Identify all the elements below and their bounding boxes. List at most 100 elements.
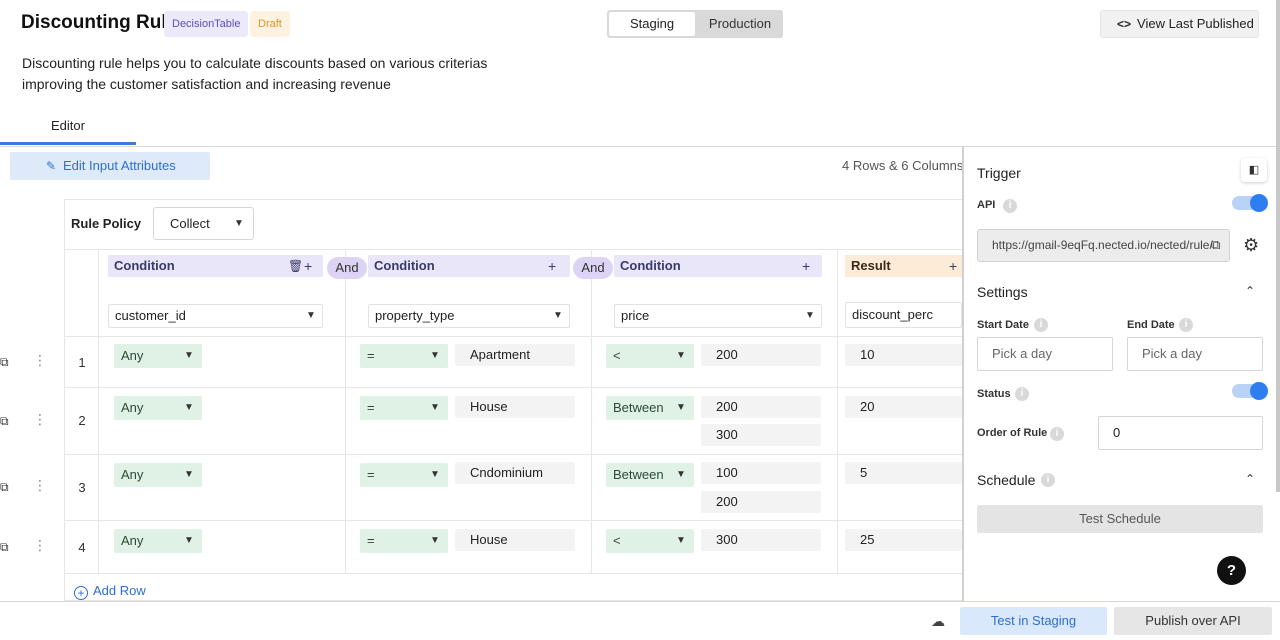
value-input[interactable]: 300 bbox=[701, 529, 821, 551]
value-input[interactable]: House bbox=[455, 396, 575, 418]
env-staging-option[interactable]: Staging bbox=[609, 12, 695, 36]
row-divider bbox=[64, 336, 962, 337]
range-end-input[interactable]: 200 bbox=[701, 491, 821, 513]
chevron-down-icon: ▼ bbox=[553, 310, 563, 321]
value-input[interactable]: 200 bbox=[701, 344, 821, 366]
test-in-staging-button[interactable]: Test in Staging bbox=[960, 607, 1107, 635]
status-toggle[interactable] bbox=[1232, 382, 1268, 400]
tab-editor[interactable]: Editor bbox=[51, 118, 85, 133]
chevron-up-icon[interactable]: ⌃ bbox=[1245, 284, 1255, 298]
add-column-icon[interactable]: + bbox=[548, 255, 556, 277]
duplicate-row-icon[interactable]: ⧉ bbox=[0, 480, 9, 495]
operator-select[interactable]: Any ▼ bbox=[114, 529, 202, 553]
operator-select[interactable]: = ▼ bbox=[360, 463, 448, 487]
row-menu-icon[interactable]: ⋮ bbox=[33, 352, 47, 369]
api-url-field[interactable]: https://gmail-9eqFq.nected.io/nected/rul… bbox=[977, 229, 1230, 262]
row-menu-icon[interactable]: ⋮ bbox=[33, 537, 47, 554]
gear-icon[interactable]: ⚙ bbox=[1243, 235, 1259, 256]
test-schedule-button[interactable]: Test Schedule bbox=[977, 505, 1263, 533]
chevron-down-icon: ▼ bbox=[430, 350, 440, 361]
row-number: 4 bbox=[78, 540, 86, 555]
add-column-icon[interactable]: + bbox=[949, 255, 957, 277]
collapse-panel-icon[interactable]: ◧ bbox=[1241, 158, 1267, 182]
info-icon[interactable]: i bbox=[1034, 318, 1048, 332]
attribute-select-price[interactable]: price ▼ bbox=[614, 304, 822, 328]
chevron-down-icon: ▼ bbox=[430, 402, 440, 413]
view-last-published-label: View Last Published bbox=[1137, 16, 1254, 31]
page-scrollbar[interactable] bbox=[1276, 0, 1280, 492]
add-column-icon[interactable]: + bbox=[304, 255, 312, 277]
info-icon[interactable]: i bbox=[1003, 199, 1017, 213]
operator-select[interactable]: Any ▼ bbox=[114, 396, 202, 420]
duplicate-row-icon[interactable]: ⧉ bbox=[0, 355, 9, 370]
chevron-down-icon: ▼ bbox=[676, 402, 686, 413]
result-input[interactable]: 20 bbox=[845, 396, 962, 418]
info-icon[interactable]: i bbox=[1041, 473, 1055, 487]
result-input[interactable]: 10 bbox=[845, 344, 962, 366]
row-divider bbox=[64, 387, 962, 388]
view-last-published-button[interactable]: <> View Last Published bbox=[1100, 10, 1259, 38]
operator-select[interactable]: = ▼ bbox=[360, 396, 448, 420]
operator-select[interactable]: < ▼ bbox=[606, 344, 694, 368]
environment-toggle: Staging Production bbox=[607, 10, 783, 38]
start-date-input[interactable]: Pick a day bbox=[977, 337, 1113, 371]
order-of-rule-label: Order of Rule bbox=[977, 427, 1048, 439]
duplicate-row-icon[interactable]: ⧉ bbox=[0, 540, 9, 555]
add-row-button[interactable]: + Add Row bbox=[74, 583, 146, 600]
range-start-input[interactable]: 100 bbox=[701, 462, 821, 484]
condition-header-2[interactable]: Condition + bbox=[368, 255, 570, 277]
chevron-down-icon: ▼ bbox=[184, 469, 194, 480]
page-title: Discounting Rule bbox=[21, 12, 178, 33]
value-input[interactable]: Apartment bbox=[455, 344, 575, 366]
env-production-option[interactable]: Production bbox=[699, 12, 781, 36]
operator-select[interactable]: Any ▼ bbox=[114, 463, 202, 487]
range-end-input[interactable]: 300 bbox=[701, 424, 821, 446]
settings-title: Settings bbox=[977, 284, 1028, 300]
description-line-1: Discounting rule helps you to calculate … bbox=[22, 55, 488, 71]
operator-select[interactable]: = ▼ bbox=[360, 344, 448, 368]
duplicate-row-icon[interactable]: ⧉ bbox=[0, 414, 9, 429]
api-toggle[interactable] bbox=[1232, 194, 1268, 212]
condition-header-3[interactable]: Condition + bbox=[614, 255, 822, 277]
trash-icon[interactable]: 🗑 bbox=[288, 255, 303, 277]
row-menu-icon[interactable]: ⋮ bbox=[33, 411, 47, 428]
result-attribute-input[interactable]: discount_perc bbox=[845, 302, 962, 328]
value-input[interactable]: Cndominium bbox=[455, 462, 575, 484]
info-icon[interactable]: i bbox=[1050, 427, 1064, 441]
chevron-up-icon[interactable]: ⌃ bbox=[1245, 472, 1255, 486]
operator-value: Any bbox=[121, 533, 144, 548]
operator-value: < bbox=[613, 348, 621, 363]
attribute-select-property-type[interactable]: property_type ▼ bbox=[368, 304, 570, 328]
operator-select[interactable]: Between ▼ bbox=[606, 396, 694, 420]
end-date-input[interactable]: Pick a day bbox=[1127, 337, 1263, 371]
operator-select[interactable]: Between ▼ bbox=[606, 463, 694, 487]
row-menu-icon[interactable]: ⋮ bbox=[33, 477, 47, 494]
copy-icon[interactable]: ⧉ bbox=[1211, 237, 1220, 253]
operator-value: Between bbox=[613, 467, 664, 482]
help-icon[interactable]: ? bbox=[1217, 556, 1246, 585]
info-icon[interactable]: i bbox=[1015, 387, 1029, 401]
rule-policy-select[interactable]: Collect ▼ bbox=[153, 207, 254, 240]
add-column-icon[interactable]: + bbox=[802, 255, 810, 277]
operator-select[interactable]: = ▼ bbox=[360, 529, 448, 553]
operator-select[interactable]: Any ▼ bbox=[114, 344, 202, 368]
attribute-value: property_type bbox=[375, 308, 455, 323]
code-icon: <> bbox=[1117, 17, 1132, 31]
result-input[interactable]: 25 bbox=[845, 529, 962, 551]
edit-input-attributes-button[interactable]: ✎ Edit Input Attributes bbox=[10, 152, 210, 180]
column-divider bbox=[591, 249, 592, 573]
range-start-input[interactable]: 200 bbox=[701, 396, 821, 418]
attribute-value: customer_id bbox=[115, 308, 186, 323]
publish-over-api-button[interactable]: Publish over API bbox=[1114, 607, 1272, 635]
info-icon[interactable]: i bbox=[1179, 318, 1193, 332]
operator-select[interactable]: < ▼ bbox=[606, 529, 694, 553]
row-number: 2 bbox=[78, 413, 86, 428]
condition-header-1[interactable]: Condition 🗑 + bbox=[108, 255, 323, 277]
result-input[interactable]: 5 bbox=[845, 462, 962, 484]
result-header[interactable]: Result + bbox=[845, 255, 962, 277]
order-of-rule-input[interactable]: 0 bbox=[1098, 416, 1263, 450]
api-label: API bbox=[977, 199, 996, 211]
value-input[interactable]: House bbox=[455, 529, 575, 551]
attribute-select-customer-id[interactable]: customer_id ▼ bbox=[108, 304, 323, 328]
tab-active-indicator bbox=[0, 142, 136, 145]
